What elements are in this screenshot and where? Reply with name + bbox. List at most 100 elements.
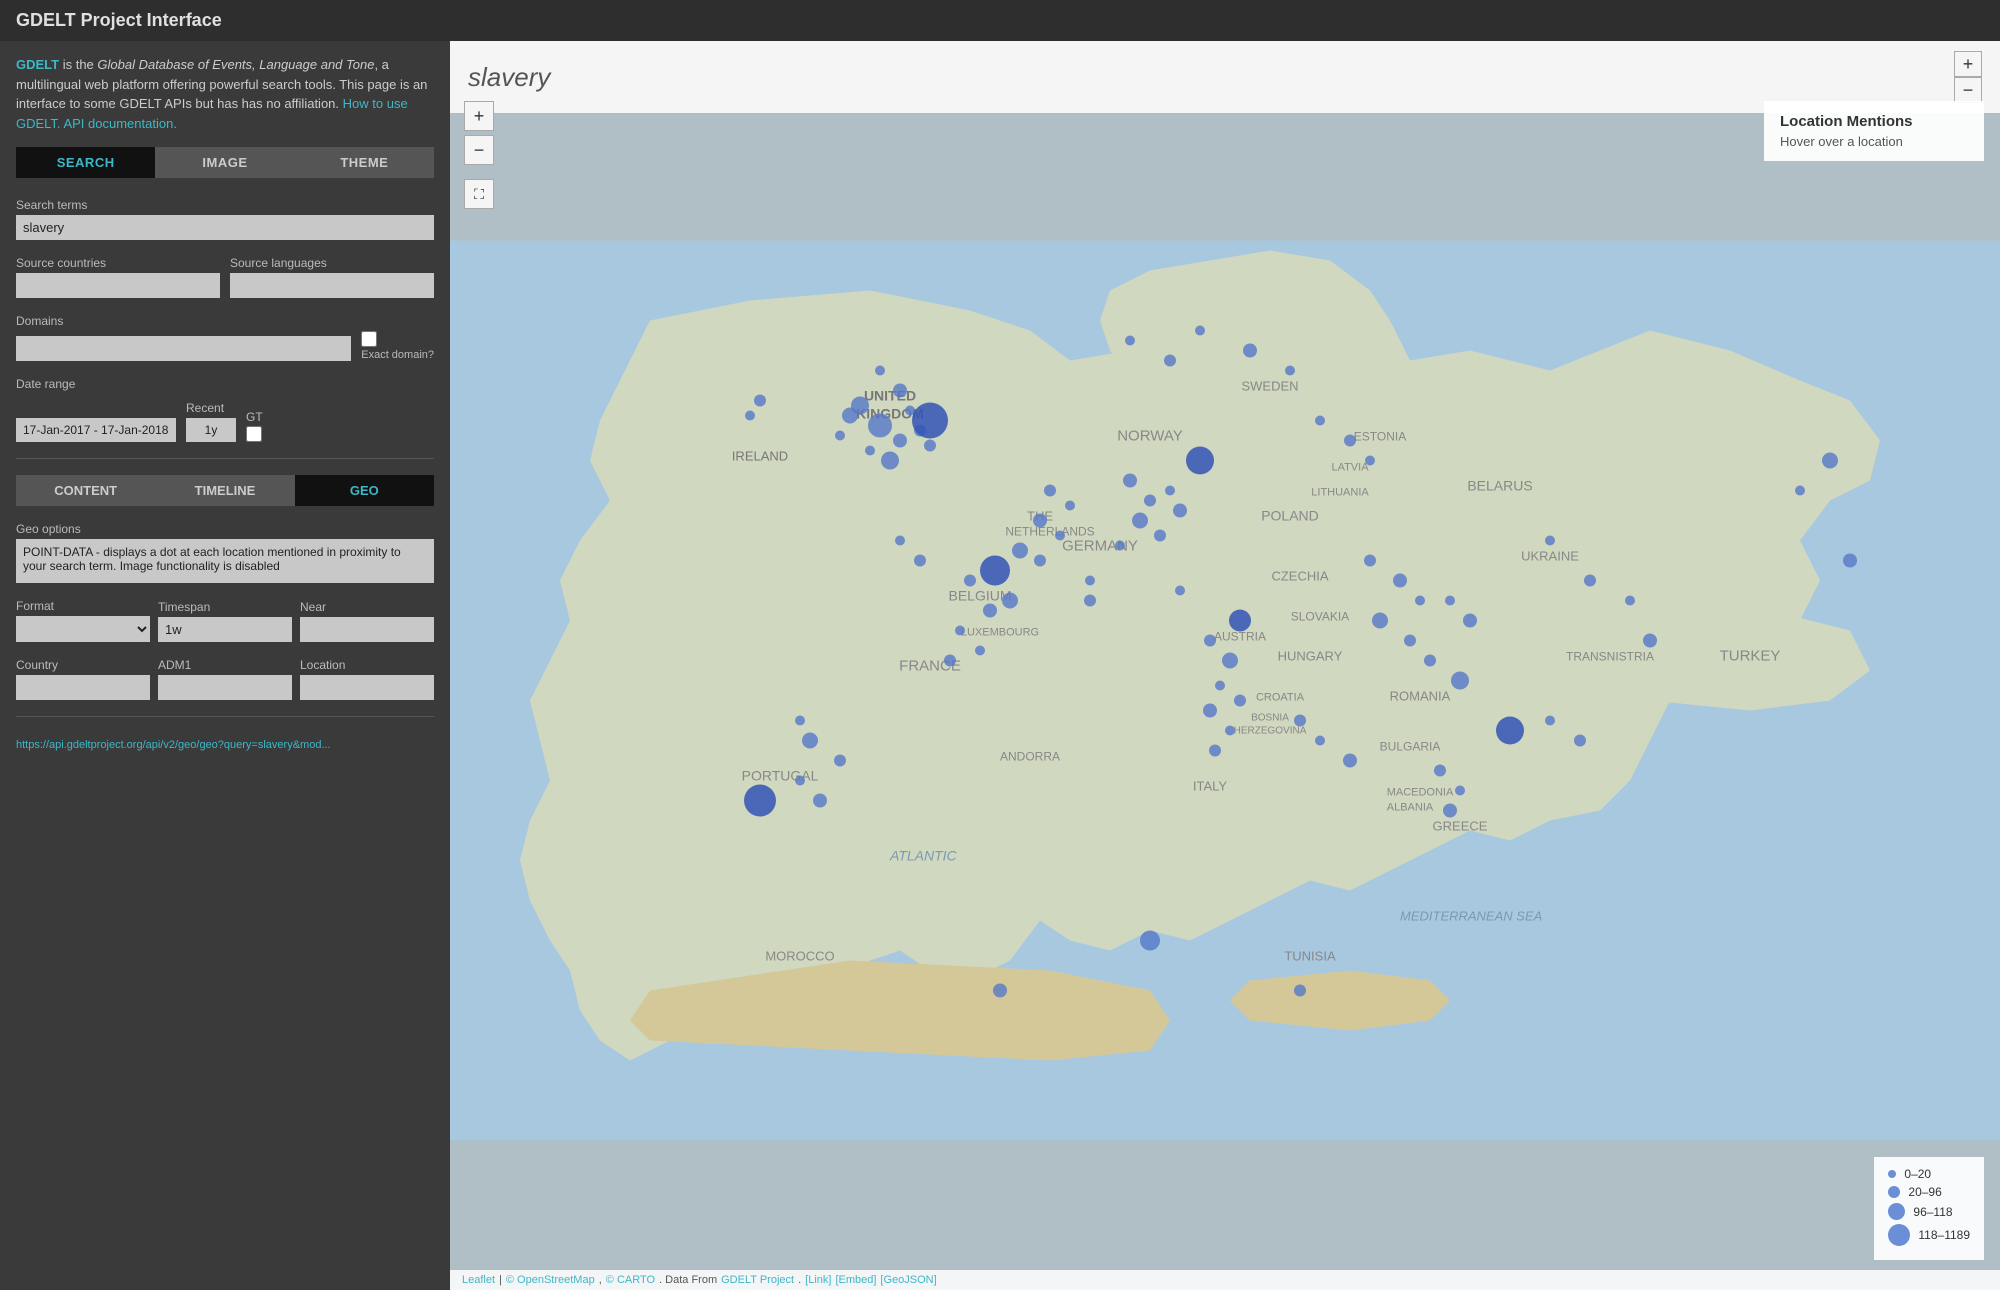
gt-group: GT [246,410,263,442]
svg-text:AUSTRIA: AUSTRIA [1214,630,1266,644]
legend-item-2: 96–118 [1888,1203,1970,1220]
recent-group: Recent [186,395,236,442]
main-tab-row: SEARCH IMAGE THEME [16,147,434,178]
map-zoom-out-title[interactable]: − [1954,77,1982,103]
zoom-in-button[interactable]: + [464,101,494,131]
map-controls: + − ⛶ [464,101,494,209]
map-container: slavery + − + − ⛶ Location Mentions Hove… [450,41,2000,1290]
format-group: Format [16,593,150,642]
svg-text:MOROCCO: MOROCCO [765,949,834,964]
svg-text:GERMANY: GERMANY [1062,538,1138,555]
timespan-input[interactable] [158,617,292,642]
svg-text:ATLANTIC: ATLANTIC [889,848,958,864]
location-mentions-panel: Location Mentions Hover over a location [1764,101,1984,161]
svg-text:PORTUGAL: PORTUGAL [742,768,819,784]
country-input[interactable] [16,675,150,700]
legend-dot-3 [1888,1224,1910,1246]
format-label: Format [16,599,150,613]
location-input[interactable] [300,675,434,700]
legend-dot-2 [1888,1203,1905,1220]
geo-options-group: Geo options POINT-DATA - displays a dot … [16,516,434,583]
tab-theme[interactable]: THEME [295,147,434,178]
format-row: Format Timespan Near [16,593,434,642]
svg-text:LATVIA: LATVIA [1331,462,1369,474]
api-doc-link[interactable]: API documentation. [63,116,176,131]
country-label: Country [16,658,150,672]
search-terms-input[interactable] [16,215,434,240]
country-group: Country [16,652,150,700]
exact-domain-checkbox[interactable] [361,331,377,347]
source-languages-input[interactable] [230,273,434,298]
svg-text:UKRAINE: UKRAINE [1521,549,1579,564]
domains-input[interactable] [16,336,351,361]
adm1-input[interactable] [158,675,292,700]
source-languages-group: Source languages [230,250,434,298]
legend-dot-1 [1888,1186,1900,1198]
date-row: Recent GT [16,395,434,442]
osm-link[interactable]: © OpenStreetMap [506,1274,595,1286]
tab-content[interactable]: CONTENT [16,475,155,506]
legend-label-2: 96–118 [1913,1205,1952,1219]
gt-checkbox[interactable] [246,426,262,442]
legend-label-3: 118–1189 [1918,1228,1970,1242]
svg-text:POLAND: POLAND [1261,508,1319,524]
legend-label-0: 0–20 [1904,1167,1931,1181]
gdelt-brand: GDELT [16,57,59,72]
adm1-group: ADM1 [158,652,292,700]
embed-link[interactable]: [Embed] [835,1274,876,1286]
source-countries-input[interactable] [16,273,220,298]
api-url-link[interactable]: https://api.gdeltproject.org/api/v2/geo/… [16,739,434,751]
format-select[interactable] [16,616,150,642]
svg-text:TURKEY: TURKEY [1720,648,1781,665]
carto-link[interactable]: © CARTO [606,1274,655,1286]
location-panel-heading: Location Mentions [1780,113,1968,130]
location-label: Location [300,658,434,672]
timespan-group: Timespan [158,594,292,642]
map-legend: 0–20 20–96 96–118 118–1189 [1874,1157,1984,1260]
gdelt-link[interactable]: GDELT Project [721,1274,794,1286]
date-range-input[interactable] [16,418,176,442]
svg-text:CROATIA: CROATIA [1256,692,1305,704]
divider [16,458,434,459]
search-terms-label: Search terms [16,198,434,212]
svg-text:MEDITERRANEAN SEA: MEDITERRANEAN SEA [1400,909,1542,924]
location-panel-subtext: Hover over a location [1780,134,1968,149]
svg-text:HUNGARY: HUNGARY [1278,649,1343,664]
geojson-link[interactable]: [GeoJSON] [880,1274,936,1286]
domains-row: Exact domain? [16,331,434,361]
exact-domain-group: Exact domain? [361,331,434,361]
svg-text:LITHUANIA: LITHUANIA [1311,487,1369,499]
source-countries-group: Source countries [16,250,220,298]
svg-text:SLOVAKIA: SLOVAKIA [1291,610,1349,624]
svg-text:BULGARIA: BULGARIA [1380,740,1441,754]
tab-geo[interactable]: GEO [295,475,434,506]
source-languages-label: Source languages [230,256,434,270]
near-input[interactable] [300,617,434,642]
map-title-text: slavery [468,62,550,93]
svg-text:LUXEMBOURG: LUXEMBOURG [961,627,1039,639]
legend-dot-0 [1888,1170,1896,1178]
link-link[interactable]: [Link] [805,1274,831,1286]
svg-text:UNITED: UNITED [864,388,916,404]
tab-search[interactable]: SEARCH [16,147,155,178]
svg-text:HERZEGOVINA: HERZEGOVINA [1234,726,1307,737]
zoom-out-button[interactable]: − [464,135,494,165]
tab-timeline[interactable]: TIMELINE [155,475,294,506]
date-range-group: Date range Recent GT [16,371,434,442]
adm1-label: ADM1 [158,658,292,672]
location-row: Country ADM1 Location [16,652,434,700]
map-zoom-in-title[interactable]: + [1954,51,1982,77]
legend-item-3: 118–1189 [1888,1224,1970,1246]
svg-text:ANDORRA: ANDORRA [1000,750,1060,764]
geo-options-select[interactable]: POINT-DATA - displays a dot at each loca… [16,539,434,583]
svg-text:MACEDONIA: MACEDONIA [1387,787,1454,799]
sub-tab-row: CONTENT TIMELINE GEO [16,475,434,506]
leaflet-link[interactable]: Leaflet [462,1274,495,1286]
sidebar: GDELT is the Global Database of Events, … [0,41,450,1290]
svg-text:TRANSNISTRIA: TRANSNISTRIA [1566,650,1654,664]
svg-text:TUNISIA: TUNISIA [1284,949,1336,964]
near-group: Near [300,594,434,642]
recent-input[interactable] [186,418,236,442]
tab-image[interactable]: IMAGE [155,147,294,178]
fullscreen-button[interactable]: ⛶ [464,179,494,209]
